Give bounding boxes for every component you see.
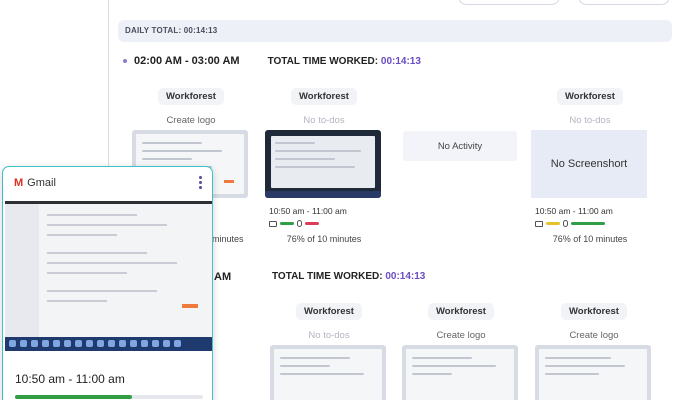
- project-tag: Workforest: [557, 88, 623, 105]
- keyboard-icon: [535, 220, 543, 227]
- todo-label: Create logo: [166, 115, 216, 126]
- hour-header: AM: [214, 271, 231, 283]
- todo-label: Create logo: [569, 330, 619, 341]
- total-time-worked-row: TOTAL TIME WORKED: 00:14:13: [272, 271, 425, 282]
- keyboard-bar: [546, 222, 560, 225]
- project-tag: Workforest: [291, 88, 357, 105]
- header-button-left[interactable]: [458, 0, 560, 5]
- activity-card[interactable]: Workforest No to-dos 10:50 am - 11:00 am…: [265, 88, 383, 244]
- total-time-worked: TOTAL TIME WORKED: 00:14:13: [272, 271, 426, 282]
- daily-total-label: DAILY TOTAL:: [125, 26, 182, 35]
- activity-card[interactable]: Workforest Create logo: [535, 303, 653, 400]
- project-tag: Workforest: [561, 303, 627, 320]
- time-range: 10:50 am - 11:00 am: [269, 206, 347, 216]
- project-tag: Workforest: [158, 88, 224, 105]
- activity-card[interactable]: Workforest No to-dos No Screenshort 10:5…: [531, 88, 649, 244]
- screenshot-preview-popup[interactable]: M Gmail 10:50 am - 11:00 am: [2, 166, 213, 400]
- activity-percent: 76% of 10 minutes: [286, 234, 362, 244]
- project-tag: Workforest: [428, 303, 494, 320]
- hour-range: AM: [214, 271, 232, 283]
- keyboard-icon: [269, 220, 277, 227]
- todo-label: Create logo: [436, 330, 486, 341]
- screenshot-thumbnail[interactable]: [270, 345, 386, 400]
- activity-meters: [265, 220, 383, 227]
- screenshot-thumbnail[interactable]: [535, 345, 651, 400]
- header-button-right[interactable]: [578, 0, 670, 5]
- daily-total-value: 00:14:13: [183, 26, 218, 35]
- todo-label: No to-dos: [569, 115, 611, 126]
- activity-meters: [531, 220, 649, 227]
- more-options-icon[interactable]: [199, 176, 203, 189]
- popup-header: M Gmail: [3, 167, 212, 189]
- hour-header: 02:00 AM - 03:00 AM TOTAL TIME WORKED: 0…: [123, 55, 421, 67]
- time-range: 10:50 am - 11:00 am: [535, 206, 613, 216]
- keyboard-bar: [280, 222, 294, 225]
- total-time-worked: TOTAL TIME WORKED: 00:14:13: [267, 55, 421, 67]
- todo-label: No to-dos: [308, 330, 350, 341]
- no-screenshot-placeholder: No Screenshort: [531, 130, 647, 198]
- activity-percent: 76% of 10 minutes: [552, 234, 628, 244]
- screenshot-thumbnail[interactable]: [402, 345, 518, 400]
- activity-card[interactable]: Workforest No to-dos: [270, 303, 388, 400]
- mouse-icon: [297, 220, 302, 227]
- activity-progress-bar: [15, 395, 203, 399]
- preview-screenshot[interactable]: [5, 201, 212, 351]
- todo-label: No to-dos: [303, 115, 345, 126]
- gmail-icon: M: [14, 177, 24, 189]
- hour-range: 02:00 AM - 03:00 AM: [134, 55, 240, 67]
- mouse-icon: [563, 220, 568, 227]
- screenshot-thumbnail[interactable]: [265, 130, 381, 198]
- mouse-bar: [571, 222, 605, 225]
- no-activity-block: No Activity: [403, 131, 517, 161]
- mouse-bar: [305, 222, 319, 225]
- daily-total-bar: DAILY TOTAL: 00:14:13: [118, 20, 672, 42]
- project-tag: Workforest: [296, 303, 362, 320]
- popup-time-range: 10:50 am - 11:00 am: [15, 372, 125, 386]
- bullet-icon: [123, 59, 127, 63]
- app-name: Gmail: [27, 177, 56, 189]
- activity-percent-partial: minutes: [212, 234, 244, 244]
- no-activity-label: No Activity: [437, 140, 483, 152]
- activity-card[interactable]: Workforest Create logo: [402, 303, 520, 400]
- activity-progress-fill: [15, 395, 132, 399]
